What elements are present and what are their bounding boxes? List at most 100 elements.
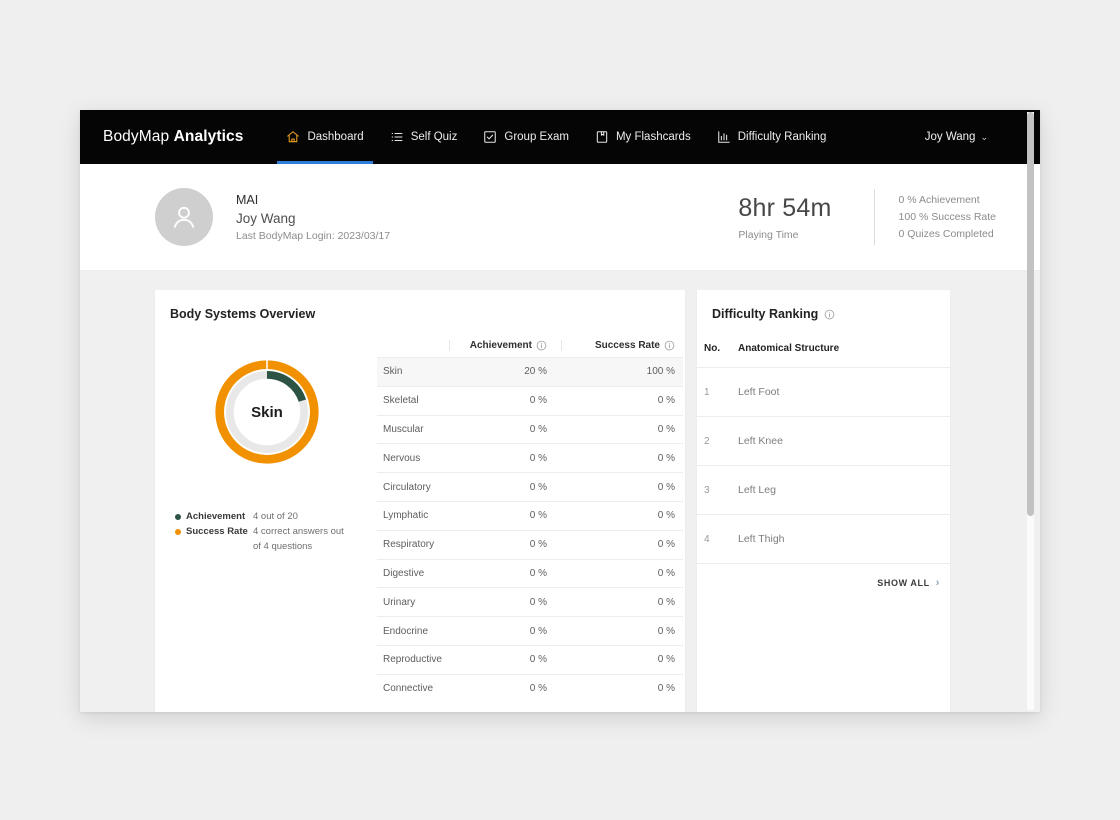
table-row[interactable]: Digestive0 %0 % <box>377 559 683 588</box>
overview-body: Skin Achievement Success Rate <box>155 321 685 703</box>
profile-stats: 8hr 54m Playing Time 0 % Achievement 100… <box>738 189 996 245</box>
cell-success-rate: 0 % <box>561 568 683 579</box>
nav-item-difficulty-ranking[interactable]: Difficulty Ranking <box>704 110 840 164</box>
main-content: Body Systems Overview <box>80 271 1040 712</box>
rank-number: 1 <box>704 387 738 398</box>
cell-system-name: Connective <box>377 683 449 694</box>
scrollbar-thumb[interactable] <box>1027 112 1034 516</box>
table-row[interactable]: Endocrine0 %0 % <box>377 616 683 645</box>
app-window: BodyMap Analytics Dashboard <box>80 110 1040 712</box>
body-systems-table: Achievement Success Rate <box>377 327 685 703</box>
legend-label-achievement: Achievement <box>186 511 245 522</box>
stat-achievement: 0 % Achievement <box>899 192 996 209</box>
nav-item-dashboard[interactable]: Dashboard <box>273 110 376 164</box>
table-row[interactable]: Respiratory0 %0 % <box>377 530 683 559</box>
table-row[interactable]: Reproductive0 %0 % <box>377 645 683 674</box>
legend-dot-success-rate <box>175 529 181 535</box>
profile-bar: MAI Joy Wang Last BodyMap Login: 2023/03… <box>80 164 1040 271</box>
body-systems-overview-card: Body Systems Overview <box>155 290 685 712</box>
info-icon-difficulty-ranking[interactable] <box>824 309 835 320</box>
cell-success-rate: 100 % <box>561 366 683 377</box>
legend-value-success-line1: 4 correct answers out <box>253 524 344 539</box>
table-row[interactable]: Muscular0 %0 % <box>377 415 683 444</box>
cell-achievement: 0 % <box>449 510 561 521</box>
cell-achievement: 0 % <box>449 626 561 637</box>
cell-success-rate: 0 % <box>561 424 683 435</box>
nav-label-group-exam: Group Exam <box>504 131 569 143</box>
brand-logo[interactable]: BodyMap Analytics <box>103 128 243 146</box>
chevron-down-icon: ⌄ <box>980 132 988 143</box>
legend-values: 4 out of 20 4 correct answers out of 4 q… <box>253 509 344 554</box>
cell-system-name: Muscular <box>377 424 449 435</box>
legend-label-success-rate: Success Rate <box>186 526 248 537</box>
top-navbar: BodyMap Analytics Dashboard <box>80 110 1040 164</box>
table-row[interactable]: Circulatory0 %0 % <box>377 472 683 501</box>
difficulty-ranking-title: Difficulty Ranking <box>697 307 950 321</box>
info-icon-achievement[interactable] <box>536 340 547 351</box>
profile-last-login: Last BodyMap Login: 2023/03/17 <box>236 230 390 242</box>
list-item[interactable]: 3Left Leg <box>697 465 950 514</box>
difficulty-ranking-rows: 1Left Foot2Left Knee3Left Leg4Left Thigh <box>697 367 950 563</box>
legend-row-achievement: Achievement <box>175 509 253 524</box>
header-success-rate-text: Success Rate <box>595 340 660 351</box>
cell-system-name: Skin <box>377 366 449 377</box>
cell-achievement: 0 % <box>449 539 561 550</box>
user-menu[interactable]: Joy Wang ⌄ <box>925 131 1020 143</box>
checkbox-icon <box>483 130 497 144</box>
flashcard-icon <box>595 130 609 144</box>
profile-name: Joy Wang <box>236 211 390 226</box>
cell-system-name: Endocrine <box>377 626 449 637</box>
brand-part-two: Analytics <box>174 128 244 145</box>
cell-system-name: Reproductive <box>377 654 449 665</box>
cell-success-rate: 0 % <box>561 654 683 665</box>
nav-label-my-flashcards: My Flashcards <box>616 131 691 143</box>
table-row[interactable]: Urinary0 %0 % <box>377 587 683 616</box>
info-icon-success-rate[interactable] <box>664 340 675 351</box>
table-row[interactable]: Skin20 %100 % <box>377 357 683 386</box>
stat-success-rate: 100 % Success Rate <box>899 209 996 226</box>
rank-structure: Left Knee <box>738 435 783 447</box>
cell-achievement: 20 % <box>449 366 561 377</box>
cell-success-rate: 0 % <box>561 482 683 493</box>
cell-system-name: Nervous <box>377 453 449 464</box>
table-row[interactable]: Nervous0 %0 % <box>377 443 683 472</box>
legend-dot-achievement <box>175 514 181 520</box>
cell-achievement: 0 % <box>449 453 561 464</box>
nav-items: Dashboard Self Quiz <box>273 110 839 164</box>
table-row[interactable]: Lymphatic0 %0 % <box>377 501 683 530</box>
cell-success-rate: 0 % <box>561 510 683 521</box>
legend-row-success-rate: Success Rate <box>175 524 253 539</box>
table-row[interactable]: Skeletal0 %0 % <box>377 386 683 415</box>
cell-achievement: 0 % <box>449 395 561 406</box>
table-row[interactable]: Connective0 %0 % <box>377 674 683 703</box>
user-menu-name: Joy Wang <box>925 131 976 143</box>
rank-structure: Left Thigh <box>738 533 785 545</box>
difficulty-ranking-header: No. Anatomical Structure <box>697 329 950 367</box>
donut-column: Skin Achievement Success Rate <box>155 327 377 703</box>
cell-system-name: Skeletal <box>377 395 449 406</box>
rank-structure: Left Foot <box>738 386 779 398</box>
show-all-button[interactable]: SHOW ALL › <box>697 563 950 601</box>
cell-system-name: Digestive <box>377 568 449 579</box>
rank-structure: Left Leg <box>738 484 776 496</box>
cell-success-rate: 0 % <box>561 626 683 637</box>
difficulty-ranking-card: Difficulty Ranking No. Anatomical Struct… <box>697 290 950 712</box>
legend-value-success-line2: of 4 questions <box>253 539 344 554</box>
nav-item-my-flashcards[interactable]: My Flashcards <box>582 110 704 164</box>
rank-number: 2 <box>704 436 738 447</box>
list-item[interactable]: 4Left Thigh <box>697 514 950 563</box>
nav-label-difficulty-ranking: Difficulty Ranking <box>738 131 827 143</box>
cell-system-name: Circulatory <box>377 482 449 493</box>
nav-item-group-exam[interactable]: Group Exam <box>470 110 582 164</box>
nav-item-self-quiz[interactable]: Self Quiz <box>377 110 471 164</box>
list-item[interactable]: 2Left Knee <box>697 416 950 465</box>
cell-system-name: Urinary <box>377 597 449 608</box>
cell-achievement: 0 % <box>449 424 561 435</box>
profile-org: MAI <box>236 193 390 207</box>
vertical-scrollbar[interactable] <box>1027 112 1034 710</box>
list-item[interactable]: 1Left Foot <box>697 367 950 416</box>
cell-success-rate: 0 % <box>561 597 683 608</box>
playing-time: 8hr 54m Playing Time <box>738 194 873 241</box>
stat-quizes-completed: 0 Quizes Completed <box>899 226 996 243</box>
rank-number: 3 <box>704 485 738 496</box>
